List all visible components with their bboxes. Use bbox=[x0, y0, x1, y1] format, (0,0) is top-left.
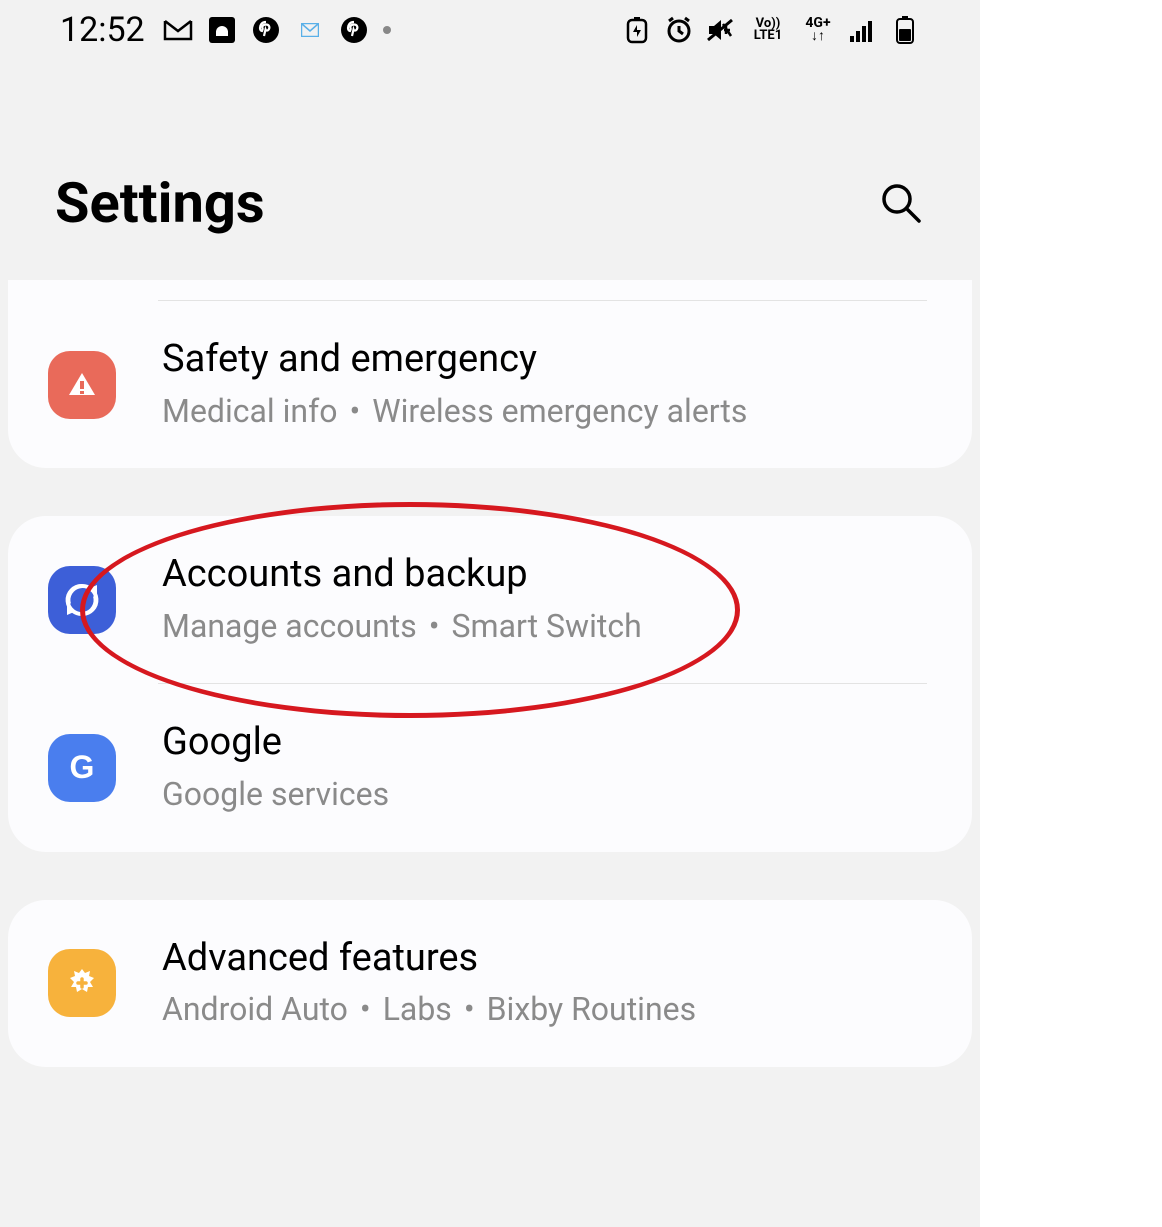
settings-item-advanced-features[interactable]: Advanced features Android Auto•Labs•Bixb… bbox=[8, 900, 972, 1067]
settings-card: Safety and emergency Medical info•Wirele… bbox=[8, 280, 972, 468]
settings-item-accounts-backup[interactable]: Accounts and backup Manage accounts•Smar… bbox=[8, 516, 972, 683]
item-title: Google bbox=[162, 720, 927, 766]
settings-card: Advanced features Android Auto•Labs•Bixb… bbox=[8, 900, 972, 1067]
alarm-icon bbox=[664, 15, 694, 45]
item-title: Accounts and backup bbox=[162, 552, 927, 598]
item-text: Google Google services bbox=[162, 720, 927, 815]
4g-icon: 4G+ ↓↑ bbox=[800, 15, 836, 45]
item-title: Safety and emergency bbox=[162, 337, 927, 383]
item-subtitle: Medical info•Wireless emergency alerts bbox=[162, 391, 927, 433]
mail-icon bbox=[295, 15, 325, 45]
item-subtitle: Android Auto•Labs•Bixby Routines bbox=[162, 989, 927, 1031]
item-text: Safety and emergency Medical info•Wirele… bbox=[162, 337, 927, 432]
settings-card: Accounts and backup Manage accounts•Smar… bbox=[8, 516, 972, 851]
item-subtitle: Manage accounts•Smart Switch bbox=[162, 606, 927, 648]
signal-icon bbox=[848, 15, 878, 45]
backup-icon bbox=[48, 566, 116, 634]
item-subtitle: Google services bbox=[162, 774, 927, 816]
item-title: Advanced features bbox=[162, 936, 927, 982]
prayer-icon bbox=[207, 15, 237, 45]
status-time: 12:52 bbox=[60, 10, 145, 50]
settings-item-google[interactable]: G Google Google services bbox=[8, 684, 972, 851]
search-icon bbox=[879, 181, 923, 225]
battery-icon bbox=[890, 15, 920, 45]
item-text: Accounts and backup Manage accounts•Smar… bbox=[162, 552, 927, 647]
settings-header: Settings bbox=[0, 60, 980, 276]
status-bar: 12:52 bbox=[0, 0, 980, 60]
page-title: Settings bbox=[55, 170, 265, 236]
pinterest-icon bbox=[251, 15, 281, 45]
advanced-icon bbox=[48, 949, 116, 1017]
safety-icon bbox=[48, 351, 116, 419]
volte-icon: Vo)) LTE1 bbox=[748, 15, 788, 45]
more-notifications-icon bbox=[383, 26, 391, 34]
search-button[interactable] bbox=[877, 179, 925, 227]
phone-screen: 12:52 bbox=[0, 0, 980, 1227]
status-bar-left: 12:52 bbox=[60, 10, 391, 50]
settings-item-safety-emergency[interactable]: Safety and emergency Medical info•Wirele… bbox=[8, 301, 972, 468]
battery-saver-icon bbox=[622, 15, 652, 45]
gmail-icon bbox=[163, 15, 193, 45]
pinterest-icon bbox=[339, 15, 369, 45]
status-bar-right: Vo)) LTE1 4G+ ↓↑ bbox=[622, 15, 920, 45]
svg-text:G: G bbox=[70, 749, 95, 785]
item-text: Advanced features Android Auto•Labs•Bixb… bbox=[162, 936, 927, 1031]
google-icon: G bbox=[48, 734, 116, 802]
mute-icon bbox=[706, 15, 736, 45]
